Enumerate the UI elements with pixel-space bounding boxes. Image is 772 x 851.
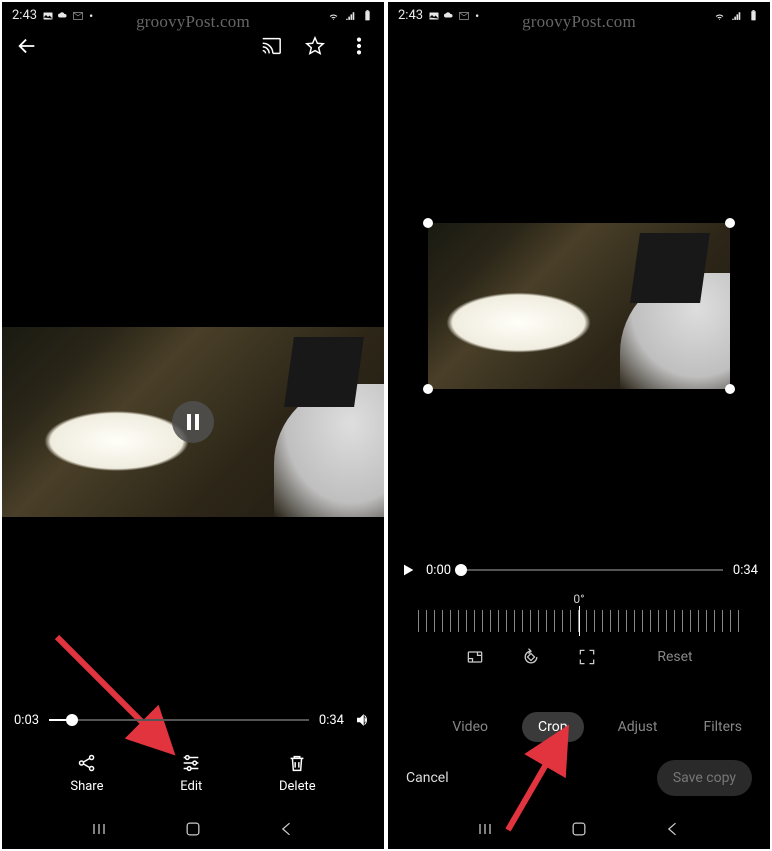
tab-filters[interactable]: Filters — [691, 713, 754, 741]
status-bar: 2:43 • — [388, 2, 770, 25]
battery-icon — [747, 9, 760, 22]
scrubber[interactable]: 0:00 0:34 — [400, 562, 758, 578]
crop-handle-tl[interactable] — [423, 218, 433, 228]
nav-bar — [2, 809, 384, 849]
scrub-track[interactable] — [49, 719, 309, 721]
rotate-icon[interactable] — [521, 647, 541, 667]
edit-label: Edit — [180, 779, 202, 794]
crop-handle-br[interactable] — [725, 384, 735, 394]
trash-icon — [286, 752, 308, 774]
edit-icon — [180, 752, 202, 774]
edit-button[interactable]: Edit — [180, 752, 202, 794]
screen-video-player: 2:43 • groovyPost.com — [2, 2, 384, 849]
reset-button[interactable]: Reset — [657, 649, 692, 665]
battery-icon — [361, 9, 374, 22]
wifi-icon — [713, 9, 726, 22]
signal-icon — [730, 9, 743, 22]
cancel-button[interactable]: Cancel — [406, 770, 449, 786]
share-icon — [76, 752, 98, 774]
expand-icon[interactable] — [577, 647, 597, 667]
cloud-icon — [57, 10, 69, 22]
tab-video[interactable]: Video — [440, 713, 500, 741]
back-nav-icon[interactable] — [663, 819, 683, 839]
back-nav-icon[interactable] — [277, 819, 297, 839]
delete-label: Delete — [279, 779, 316, 794]
top-action-bar — [2, 25, 384, 71]
elapsed-time: 0:03 — [14, 713, 39, 728]
cloud-icon — [443, 10, 455, 22]
scrub-track[interactable] — [461, 569, 723, 571]
status-right-icons — [713, 9, 760, 22]
crop-handle-tr[interactable] — [725, 218, 735, 228]
favorite-star-icon[interactable] — [304, 35, 326, 61]
clock: 2:43 — [12, 8, 37, 23]
mail-icon — [72, 10, 84, 22]
tab-adjust[interactable]: Adjust — [606, 713, 670, 741]
volume-icon[interactable] — [354, 711, 372, 729]
status-left-icons: • — [42, 9, 93, 23]
save-copy-button[interactable]: Save copy — [657, 760, 752, 796]
editor-bottom-bar: Cancel Save copy — [388, 760, 770, 796]
total-time: 0:34 — [733, 563, 758, 578]
picture-icon — [42, 10, 54, 22]
picture-icon — [428, 10, 440, 22]
mail-icon — [458, 10, 470, 22]
scrubber[interactable]: 0:03 0:34 — [14, 711, 372, 729]
home-nav-icon[interactable] — [569, 819, 589, 839]
status-left-icons: • — [428, 9, 479, 23]
status-right-icons — [327, 9, 374, 22]
elapsed-time: 0:00 — [426, 563, 451, 578]
more-options-icon[interactable] — [348, 35, 370, 61]
signal-icon — [344, 9, 357, 22]
total-time: 0:34 — [319, 713, 344, 728]
clock: 2:43 — [398, 8, 423, 23]
wifi-icon — [327, 9, 340, 22]
bottom-action-bar: Share Edit Delete — [2, 742, 384, 804]
crop-handle-bl[interactable] — [423, 384, 433, 394]
screen-crop-editor: 2:43 • groovyPost.com 0:00 0:34 0° — [388, 2, 770, 849]
delete-button[interactable]: Delete — [279, 752, 316, 794]
rotation-ruler[interactable] — [418, 610, 740, 632]
nav-bar — [388, 809, 770, 849]
cast-icon[interactable] — [260, 35, 282, 61]
aspect-ratio-icon[interactable] — [465, 647, 485, 667]
editor-tabs: Video Crop Adjust Filters — [388, 712, 770, 742]
pause-button[interactable] — [172, 401, 214, 443]
recents-nav-icon[interactable] — [89, 819, 109, 839]
crop-frame[interactable] — [428, 223, 730, 389]
play-icon[interactable] — [400, 562, 416, 578]
back-button[interactable] — [16, 35, 38, 61]
tab-crop[interactable]: Crop — [522, 712, 584, 742]
rotation-value: 0° — [388, 592, 770, 606]
status-bar: 2:43 • — [2, 2, 384, 25]
share-label: Share — [70, 779, 103, 794]
share-button[interactable]: Share — [70, 752, 103, 794]
video-frame[interactable] — [2, 327, 384, 517]
recents-nav-icon[interactable] — [475, 819, 495, 839]
home-nav-icon[interactable] — [183, 819, 203, 839]
crop-tool-row: Reset — [388, 647, 770, 667]
